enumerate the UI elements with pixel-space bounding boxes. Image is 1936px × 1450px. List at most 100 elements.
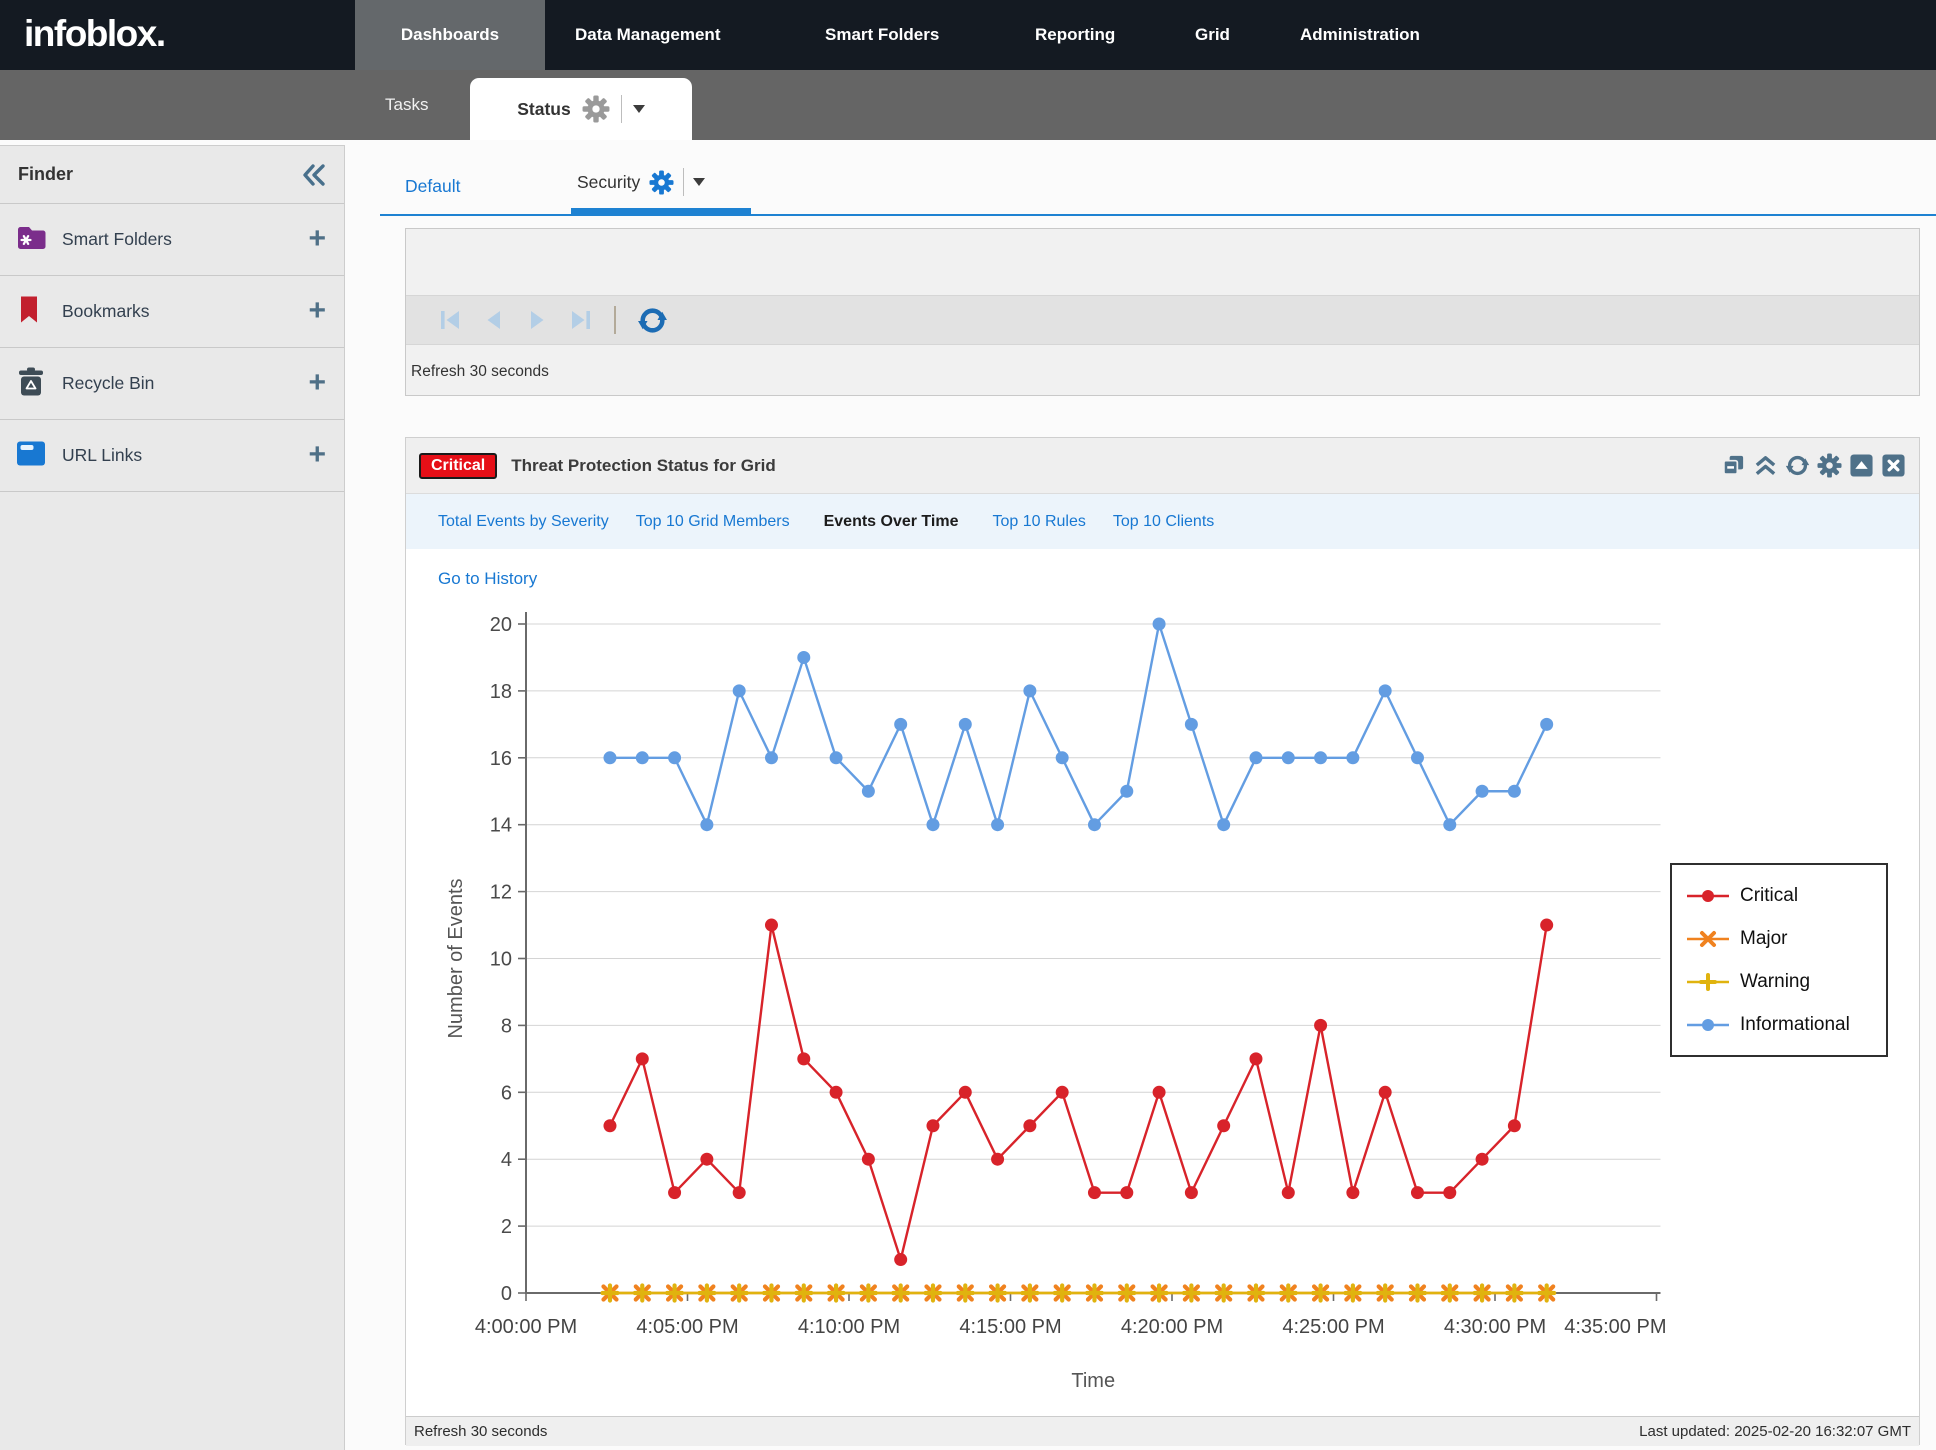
add-url-links-button[interactable]: + — [308, 420, 326, 489]
panel-header-icons — [1721, 453, 1906, 478]
svg-text:12: 12 — [490, 882, 512, 904]
svg-text:10: 10 — [490, 949, 512, 971]
dashboard-toolbar-panel: Refresh 30 seconds — [405, 228, 1920, 396]
tab-default[interactable]: Default — [405, 176, 460, 197]
panel-tab-top-10-clients[interactable]: Top 10 Clients — [1113, 513, 1214, 531]
add-smart-folders-button[interactable]: + — [308, 204, 326, 273]
legend-label: Critical — [1740, 885, 1798, 907]
dashboard-sub-navigation: Tasks Status — [0, 70, 1936, 140]
recycle-bin-icon — [16, 366, 46, 401]
legend-item-informational: Informational — [1672, 1003, 1886, 1046]
next-page-button[interactable] — [524, 307, 550, 333]
legend-label: Warning — [1740, 971, 1810, 993]
chevron-down-icon[interactable] — [633, 105, 645, 113]
sidebar-item-smart-folders[interactable]: Smart Folders + — [0, 204, 344, 276]
svg-text:18: 18 — [490, 681, 512, 703]
svg-text:4:30:00 PM: 4:30:00 PM — [1444, 1316, 1546, 1338]
settings-icon[interactable] — [1817, 453, 1842, 478]
legend-label: Informational — [1740, 1014, 1850, 1036]
nav-item-reporting[interactable]: Reporting — [1035, 0, 1115, 70]
panel-tab-top-10-rules[interactable]: Top 10 Rules — [992, 513, 1085, 531]
nav-item-grid[interactable]: Grid — [1195, 0, 1230, 70]
status-badge: Critical — [419, 453, 497, 479]
legend-item-major: Major — [1672, 917, 1886, 960]
panel-header: Critical Threat Protection Status for Gr… — [406, 438, 1919, 494]
refresh-button[interactable] — [637, 305, 668, 336]
svg-text:20: 20 — [490, 614, 512, 636]
divider — [683, 168, 684, 196]
duplicate-icon[interactable] — [1721, 453, 1746, 478]
panel-tab-events-over-time[interactable]: Events Over Time — [824, 513, 959, 531]
panel-tab-top-10-grid-members[interactable]: Top 10 Grid Members — [636, 513, 790, 531]
last-updated-text: Last updated: 2025-02-20 16:32:07 GMT — [1639, 1423, 1911, 1440]
minimize-icon[interactable] — [1849, 453, 1874, 478]
chart-area: 024681012141618204:00:00 PM4:05:00 PM4:1… — [406, 549, 1919, 1416]
panel-title: Threat Protection Status for Grid — [511, 456, 775, 476]
nav-item-administration[interactable]: Administration — [1300, 0, 1420, 70]
last-page-button[interactable] — [567, 307, 593, 333]
svg-text:4:15:00 PM: 4:15:00 PM — [959, 1316, 1061, 1338]
legend-marker-informational — [1685, 1015, 1731, 1035]
first-page-button[interactable] — [438, 307, 464, 333]
panel-tab-total-events-by-severity[interactable]: Total Events by Severity — [438, 513, 609, 531]
finder-header: Finder — [0, 146, 344, 204]
nav-item-data-management[interactable]: Data Management — [575, 0, 720, 70]
svg-text:4:00:00 PM: 4:00:00 PM — [475, 1316, 577, 1338]
panel-footer: Refresh 30 seconds Last updated: 2025-02… — [406, 1416, 1919, 1446]
legend-item-critical: Critical — [1672, 874, 1886, 917]
svg-text:4:20:00 PM: 4:20:00 PM — [1121, 1316, 1223, 1338]
bookmarks-icon — [16, 294, 42, 329]
svg-text:2: 2 — [501, 1216, 512, 1238]
legend-label: Major — [1740, 928, 1788, 950]
nav-item-smart-folders[interactable]: Smart Folders — [825, 0, 939, 70]
svg-text:4:05:00 PM: 4:05:00 PM — [636, 1316, 738, 1338]
sidebar-item-label: Bookmarks — [62, 276, 150, 347]
refresh-interval-note: Refresh 30 seconds — [411, 363, 549, 381]
status-gear-icon[interactable] — [582, 95, 610, 123]
infoblox-logo: infoblox. — [24, 0, 165, 70]
sidebar-item-bookmarks[interactable]: Bookmarks + — [0, 276, 344, 348]
chart-legend: Critical Major Warning Informational — [1670, 863, 1888, 1057]
add-recycle-bin-button[interactable]: + — [308, 348, 326, 417]
tabs-underline — [380, 214, 1936, 216]
sidebar-item-label: Recycle Bin — [62, 348, 154, 419]
tab-tasks[interactable]: Tasks — [385, 70, 428, 140]
sidebar-item-label: URL Links — [62, 420, 142, 491]
security-gear-icon[interactable] — [649, 170, 674, 195]
chevron-down-icon[interactable] — [693, 178, 705, 186]
svg-text:Time: Time — [1071, 1370, 1115, 1392]
svg-text:8: 8 — [501, 1015, 512, 1037]
collapse-all-icon[interactable] — [1753, 453, 1778, 478]
svg-text:4:25:00 PM: 4:25:00 PM — [1282, 1316, 1384, 1338]
sidebar-item-url-links[interactable]: URL Links + — [0, 420, 344, 492]
tab-security-label: Security — [577, 172, 640, 193]
svg-text:6: 6 — [501, 1082, 512, 1104]
close-icon[interactable] — [1881, 453, 1906, 478]
tab-status[interactable]: Status — [470, 78, 692, 140]
collapse-sidebar-icon[interactable] — [300, 161, 328, 194]
sidebar-item-label: Smart Folders — [62, 204, 172, 275]
top-navigation-bar: infoblox. Dashboards Data Management Smart… — [0, 0, 1936, 70]
svg-text:4: 4 — [501, 1149, 512, 1171]
refresh-icon[interactable] — [1785, 453, 1810, 478]
svg-text:16: 16 — [490, 748, 512, 770]
svg-text:4:10:00 PM: 4:10:00 PM — [798, 1316, 900, 1338]
svg-text:Number of Events: Number of Events — [445, 878, 467, 1038]
panel-tabs: Total Events by Severity Top 10 Grid Memb… — [406, 494, 1919, 549]
previous-page-button[interactable] — [481, 307, 507, 333]
sidebar-item-recycle-bin[interactable]: Recycle Bin + — [0, 348, 344, 420]
tab-status-label: Status — [517, 99, 570, 120]
smart-folders-icon — [16, 223, 48, 256]
refresh-interval-note: Refresh 30 seconds — [414, 1423, 547, 1440]
add-bookmarks-button[interactable]: + — [308, 276, 326, 345]
tab-security[interactable]: Security — [577, 168, 705, 196]
finder-title: Finder — [18, 146, 73, 203]
legend-item-warning: Warning — [1672, 960, 1886, 1003]
legend-marker-major — [1685, 929, 1731, 949]
divider — [621, 95, 622, 123]
svg-text:0: 0 — [501, 1283, 512, 1305]
go-to-history-link[interactable]: Go to History — [438, 569, 537, 589]
legend-marker-warning — [1685, 972, 1731, 992]
threat-protection-panel: Critical Threat Protection Status for Gr… — [405, 437, 1920, 1445]
nav-item-dashboards[interactable]: Dashboards — [355, 0, 545, 70]
